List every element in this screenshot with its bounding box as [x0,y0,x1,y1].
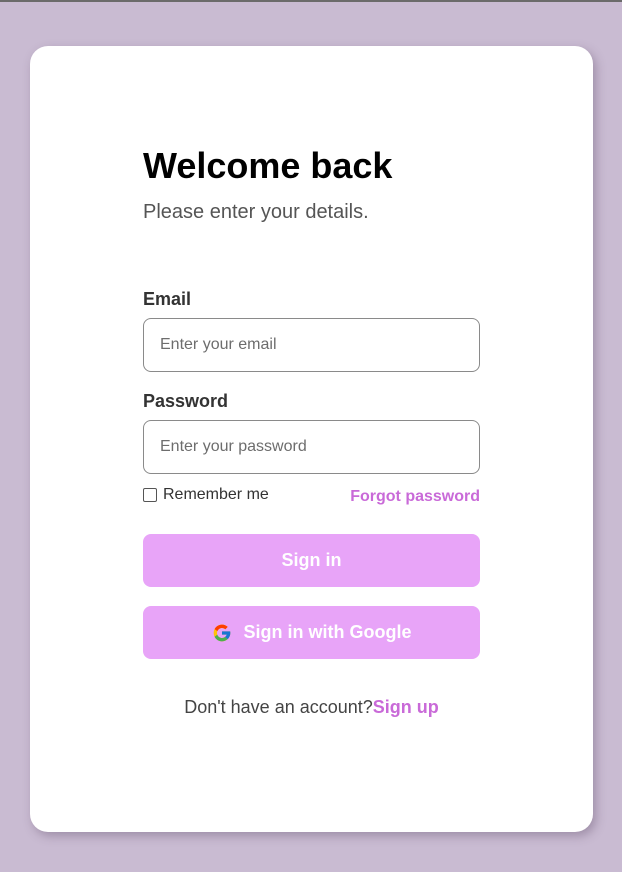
signup-prompt: Don't have an account?Sign up [143,696,480,718]
sign-up-link[interactable]: Sign up [373,697,439,717]
email-label: Email [143,289,192,309]
remember-me-checkbox[interactable] [143,488,157,502]
sign-in-label: Sign in [281,550,342,570]
options-row: Remember me Forgot password [143,486,480,508]
remember-me[interactable]: Remember me [143,486,269,504]
signup-prompt-text: Don't have an account? [184,697,373,717]
login-card: Welcome back Please enter your details. … [30,46,593,832]
login-form: Welcome back Please enter your details. … [143,146,480,718]
google-sign-in-button[interactable]: Sign in with Google [143,606,480,659]
google-icon [213,624,230,641]
password-field[interactable] [143,420,480,474]
sign-in-button[interactable]: Sign in [143,534,480,587]
remember-me-label: Remember me [163,486,269,503]
forgot-password-link[interactable]: Forgot password [350,488,480,506]
password-label: Password [143,391,229,411]
email-field[interactable] [143,318,480,372]
page-title: Welcome back [143,145,393,186]
page-subtitle: Please enter your details. [143,201,369,223]
google-sign-in-label: Sign in with Google [243,622,412,642]
